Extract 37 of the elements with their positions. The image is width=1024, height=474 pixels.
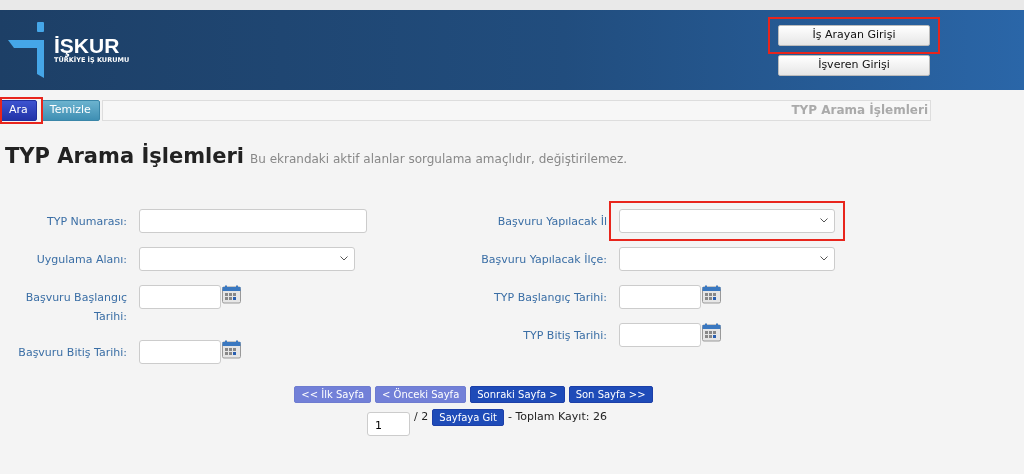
login-button[interactable]: İş Arayan Girişi xyxy=(778,25,930,46)
calendar-icon[interactable] xyxy=(702,284,721,304)
field-label: Uygulama Alanı: xyxy=(35,251,127,268)
calendar-icon[interactable] xyxy=(702,322,721,342)
date-field[interactable] xyxy=(619,284,701,309)
field-label: TYP Bitiş Tarihi: xyxy=(522,327,607,344)
date-field[interactable] xyxy=(139,339,221,364)
field-label: Başvuru Başlangıç Tarihi: xyxy=(24,289,127,325)
calendar-icon[interactable] xyxy=(222,284,241,304)
text-field[interactable] xyxy=(139,208,367,233)
toolbar-title: TYP Arama İşlemleri xyxy=(101,100,931,121)
login-button[interactable]: İşveren Girişi xyxy=(778,55,930,76)
chevron-icon xyxy=(340,256,348,261)
page-number-field[interactable]: 1 xyxy=(367,411,411,436)
page-button[interactable]: Sonraki Sayfa > xyxy=(470,385,565,403)
field-label: Başvuru Bitiş Tarihi: xyxy=(17,344,127,361)
field-label: Başvuru Yapılacak İl xyxy=(496,213,607,230)
page-button[interactable]: Son Sayfa >> xyxy=(568,385,653,403)
field-label: TYP Numarası: xyxy=(46,213,127,230)
highlight-box xyxy=(0,97,43,124)
dropdown-field[interactable] xyxy=(139,246,355,271)
field-label: TYP Başlangıç Tarihi: xyxy=(493,289,607,306)
chevron-icon xyxy=(820,218,828,223)
date-field[interactable] xyxy=(139,284,221,309)
dropdown-field[interactable] xyxy=(619,246,835,271)
dropdown-field[interactable] xyxy=(619,208,835,233)
search-button[interactable]: Ara xyxy=(0,100,37,121)
field-label: Başvuru Yapılacak İlçe: xyxy=(480,251,607,268)
page-subtitle: Bu ekrandaki aktif alanlar sorgulama amaçlıdır, değiştirilemez. xyxy=(250,151,628,168)
record-count: - Toplam Kayıt: 26 xyxy=(508,408,607,425)
page-total: / 2 xyxy=(414,408,429,425)
date-field[interactable] xyxy=(619,322,701,347)
page-title: TYP Arama İşlemleri xyxy=(5,142,244,170)
logo-text: İŞKUR xyxy=(54,34,121,56)
calendar-icon[interactable] xyxy=(222,339,241,359)
chevron-icon xyxy=(820,256,828,261)
go-to-page-button[interactable]: Sayfaya Git xyxy=(432,408,504,426)
